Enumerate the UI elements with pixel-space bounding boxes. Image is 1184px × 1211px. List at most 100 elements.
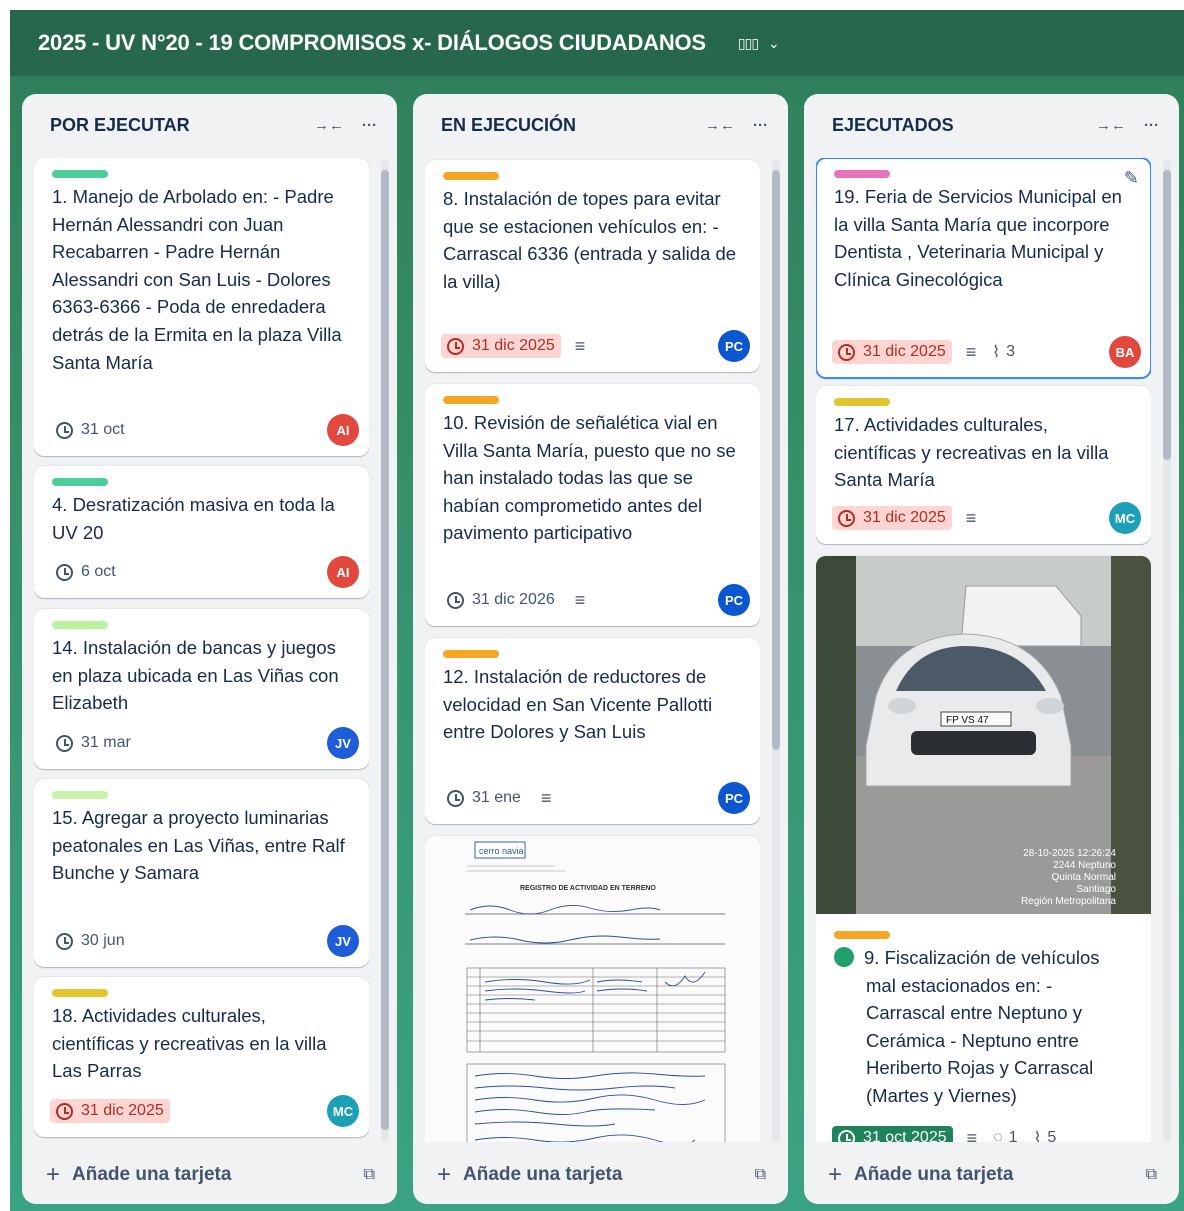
avatar[interactable]: JV — [327, 925, 359, 957]
card[interactable]: 17. Actividades culturales, científicas … — [816, 386, 1151, 544]
plus-icon: + — [437, 1161, 452, 1188]
photo-stamp-line: 28-10-2025 12:26:24 — [1023, 848, 1116, 859]
due-date-badge[interactable]: 31 dic 2025 — [832, 340, 952, 364]
board-title[interactable]: 2025 - UV N°20 - 19 COMPROMISOS x- DIÁLO… — [38, 30, 706, 56]
scrollbar-thumb[interactable] — [1163, 170, 1171, 460]
template-icon[interactable]: ⧉ — [364, 1166, 375, 1184]
attachments-badge: ⌇ 3 — [992, 343, 1015, 361]
card-label[interactable] — [443, 172, 499, 180]
due-date-badge[interactable]: 31 dic 2025 — [50, 1099, 170, 1123]
list-title[interactable]: EN EJECUCIÓN — [441, 115, 687, 136]
board: 2025 - UV N°20 - 19 COMPROMISOS x- DIÁLO… — [10, 10, 1184, 1211]
avatar[interactable]: MC — [327, 1095, 359, 1127]
avatar[interactable]: PC — [718, 330, 750, 362]
clock-icon — [56, 932, 73, 950]
card-cover-photo: FP VS 47 28-10-2025 12:26:24 2244 Neptun… — [816, 556, 1151, 914]
card-label[interactable] — [834, 931, 890, 939]
card-label[interactable] — [443, 396, 499, 404]
list-header: EN EJECUCIÓN →← ··· — [413, 94, 788, 156]
card[interactable]: 14. Instalación de bancas y juegos en pl… — [34, 609, 369, 769]
template-icon[interactable]: ⧉ — [1146, 1166, 1157, 1184]
more-icon[interactable]: ··· — [1144, 117, 1159, 134]
card-title: 19. Feria de Servicios Municipal en la v… — [834, 186, 1122, 290]
due-date-badge[interactable]: 30 jun — [50, 929, 131, 953]
avatar[interactable]: AI — [327, 414, 359, 446]
avatar[interactable]: PC — [718, 584, 750, 616]
card[interactable]: FP VS 47 28-10-2025 12:26:24 2244 Neptun… — [816, 556, 1151, 1142]
card-label[interactable] — [52, 621, 108, 629]
paperclip-icon: ⌇ — [992, 344, 1001, 361]
avatar[interactable]: JV — [327, 727, 359, 759]
card[interactable]: 1. Manejo de Arbolado en: - Padre Hernán… — [34, 158, 369, 456]
list-title[interactable]: EJECUTADOS — [832, 115, 1078, 136]
card[interactable]: 15. Agregar a proyecto luminarias peaton… — [34, 779, 369, 967]
description-icon: ≡ — [965, 508, 977, 528]
complete-check-icon[interactable]: ✓ — [816, 946, 854, 967]
avatar[interactable]: MC — [1109, 502, 1141, 534]
due-date-badge[interactable]: 31 dic 2025 — [441, 334, 561, 358]
scrollbar[interactable] — [1163, 160, 1171, 1142]
card-label[interactable] — [52, 478, 108, 486]
card-title: 10. Revisión de señalética vial en Villa… — [443, 412, 736, 544]
board-view-icon[interactable]: ▯▯▯ — [738, 35, 759, 52]
due-date-badge[interactable]: 31 mar — [50, 731, 137, 755]
card-label[interactable] — [52, 791, 108, 799]
due-date-badge[interactable]: 31 dic 2026 — [441, 588, 561, 612]
due-date-badge[interactable]: 31 oct — [50, 418, 131, 442]
list-ejecutados: EJECUTADOS →← ··· ✎ 19. Feria de Servici… — [804, 94, 1179, 1204]
list-title[interactable]: POR EJECUTAR — [50, 115, 296, 136]
card-title: 4. Desratización masiva en toda la UV 20 — [52, 494, 335, 543]
scrollbar-thumb[interactable] — [381, 170, 389, 1130]
list-por-ejecutar: POR EJECUTAR →← ··· 1. Manejo de Arbolad… — [22, 94, 397, 1204]
document-scan-image: cerro navia REGISTRO DE ACTIVIDAD EN TER… — [425, 836, 760, 1142]
chevron-down-icon[interactable]: ⌄ — [768, 35, 780, 52]
avatar[interactable]: AI — [327, 556, 359, 588]
card[interactable]: 12. Instalación de reductores de velocid… — [425, 638, 760, 824]
card-label[interactable] — [52, 170, 108, 178]
list-en-ejecucion: EN EJECUCIÓN →← ··· 8. Instalación de to… — [413, 94, 788, 1204]
description-icon: ≡ — [965, 342, 977, 362]
card-label[interactable] — [443, 650, 499, 658]
clock-icon — [838, 1129, 855, 1142]
avatar[interactable]: BA — [1109, 336, 1141, 368]
add-card-button[interactable]: + Añade una tarjeta — [46, 1161, 364, 1189]
avatar[interactable]: PC — [718, 782, 750, 814]
card[interactable]: 8. Instalación de topes para evitar que … — [425, 160, 760, 372]
template-icon[interactable]: ⧉ — [755, 1166, 766, 1184]
clock-icon — [56, 734, 73, 752]
list-footer: + Añade una tarjeta ⧉ — [22, 1146, 397, 1204]
card-label[interactable] — [834, 398, 890, 406]
add-card-button[interactable]: + Añade una tarjeta — [437, 1161, 755, 1189]
paperclip-icon: ⌇ — [1033, 1130, 1042, 1142]
scrollbar[interactable] — [772, 160, 780, 1142]
collapse-icon[interactable]: →← — [705, 117, 735, 134]
due-date-badge[interactable]: 6 oct — [50, 560, 122, 584]
due-date-badge[interactable]: 31 oct 2025 — [832, 1126, 953, 1142]
collapse-icon[interactable]: →← — [1096, 117, 1126, 134]
card-title: 12. Instalación de reductores de velocid… — [443, 666, 713, 743]
card-title: 14. Instalación de bancas y juegos en pl… — [52, 637, 339, 714]
card[interactable]: ✎ 19. Feria de Servicios Municipal en la… — [816, 158, 1151, 379]
edit-icon[interactable]: ✎ — [1124, 168, 1139, 189]
add-card-button[interactable]: + Añade una tarjeta — [828, 1161, 1146, 1189]
scrollbar-thumb[interactable] — [772, 170, 780, 750]
due-date-badge[interactable]: 31 dic 2025 — [832, 506, 952, 530]
card[interactable]: 10. Revisión de señalética vial en Villa… — [425, 384, 760, 626]
due-date-badge[interactable]: 31 ene — [441, 786, 527, 810]
card-label[interactable] — [52, 989, 108, 997]
more-icon[interactable]: ··· — [753, 117, 768, 134]
photo-stamp-line: Quinta Normal — [1052, 872, 1116, 883]
card[interactable]: 18. Actividades culturales, científicas … — [34, 977, 369, 1137]
card-attachment-cover[interactable]: cerro navia REGISTRO DE ACTIVIDAD EN TER… — [425, 836, 760, 1142]
clock-icon — [56, 421, 73, 439]
collapse-icon[interactable]: →← — [314, 117, 344, 134]
doc-logo: cerro navia — [479, 846, 524, 856]
scrollbar[interactable] — [381, 160, 389, 1142]
more-icon[interactable]: ··· — [362, 117, 377, 134]
comment-icon: ◌ — [993, 1129, 1003, 1142]
card[interactable]: 4. Desratización masiva en toda la UV 20… — [34, 466, 369, 598]
clock-icon — [56, 563, 73, 581]
card-label[interactable] — [834, 170, 890, 178]
list-header: POR EJECUTAR →← ··· — [22, 94, 397, 156]
card-list: ✎ 19. Feria de Servicios Municipal en la… — [816, 158, 1151, 1142]
